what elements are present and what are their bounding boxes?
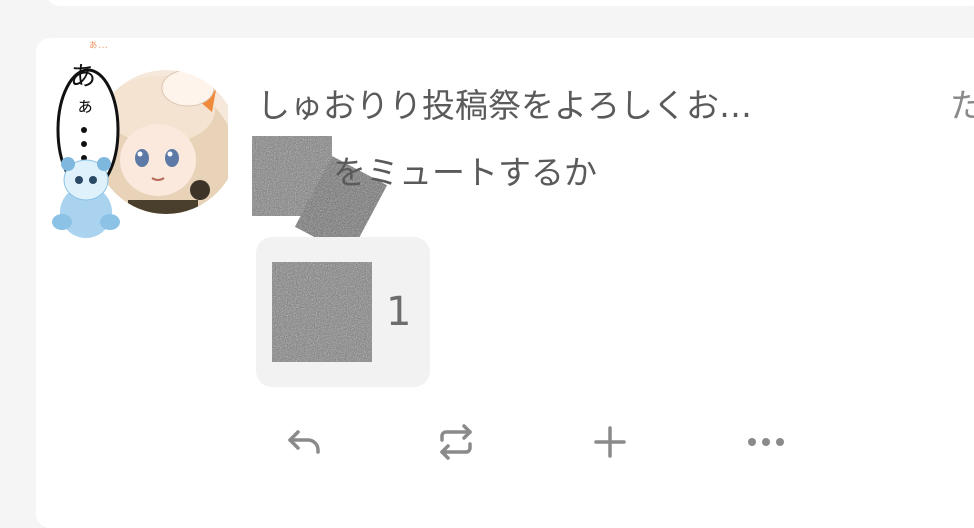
reaction-emoji-image [272, 262, 372, 362]
reaction-button[interactable]: 1 [256, 237, 430, 387]
previous-note-card [46, 0, 974, 6]
add-reaction-button[interactable] [586, 418, 634, 466]
svg-text:あ: あ [70, 62, 96, 92]
more-icon [748, 438, 784, 446]
repeat-icon [440, 424, 472, 460]
user-avatar[interactable]: あ ぁ ぁ… [48, 40, 228, 240]
svg-text:ぁ…: ぁ… [88, 40, 108, 51]
plus-icon [594, 426, 626, 458]
more-button[interactable] [742, 418, 790, 466]
user-display-name[interactable]: しゅおりり投稿祭をよろしくお… [257, 84, 752, 128]
user-handle[interactable]: た [950, 84, 974, 128]
reply-button[interactable] [280, 418, 328, 466]
renote-button[interactable] [432, 418, 480, 466]
reaction-count: 1 [386, 289, 412, 335]
reply-icon [288, 430, 320, 454]
svg-text:ぁ: ぁ [76, 96, 94, 117]
note-text: をミュートするか [333, 153, 597, 192]
